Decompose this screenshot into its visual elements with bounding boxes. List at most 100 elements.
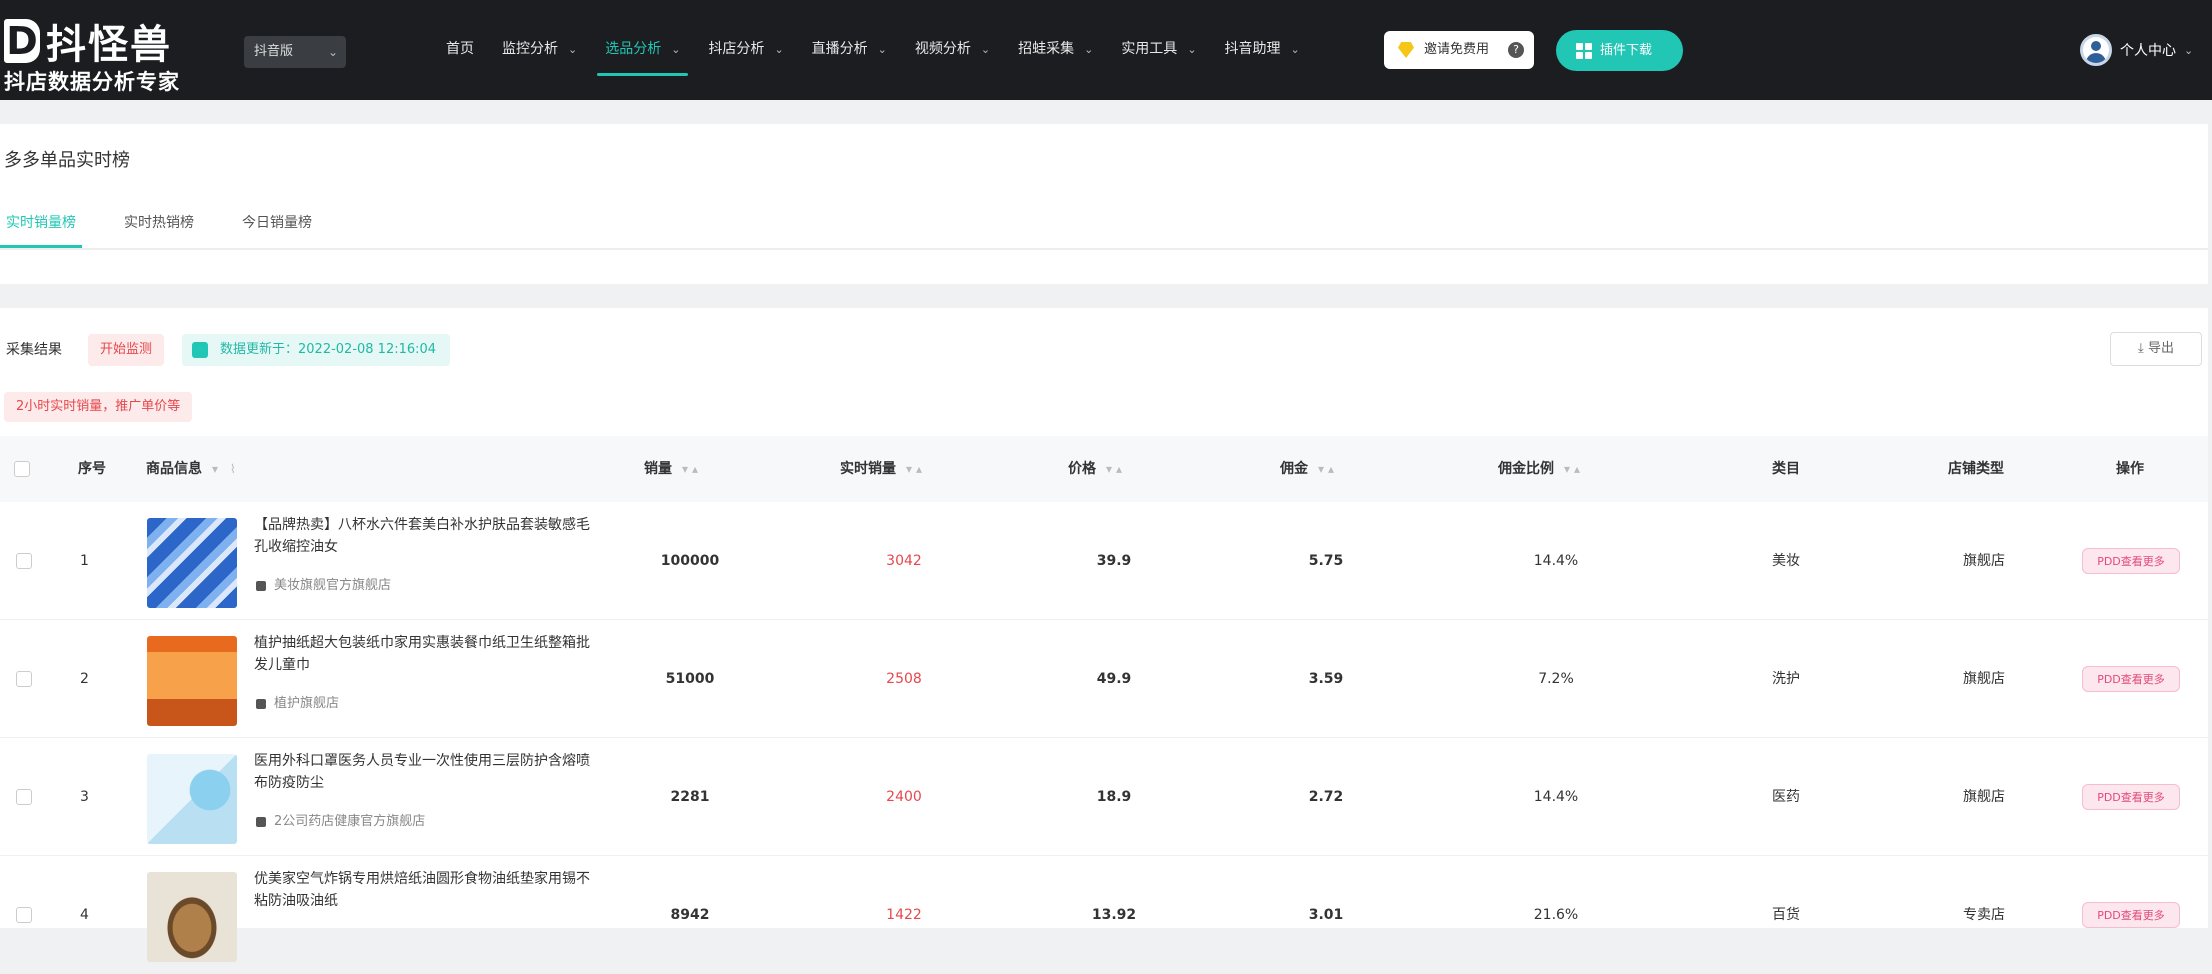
nav-item-video-analysis[interactable]: 视频分析 ⌄ — [901, 30, 1004, 76]
nav-item-product-analysis[interactable]: 选品分析 ⌄ — [591, 30, 694, 76]
row-realtime-sales: 3042 — [886, 553, 922, 569]
user-menu[interactable]: 个人中心 ⌄ — [2080, 34, 2193, 66]
row-category: 美妆 — [1772, 553, 1800, 569]
row-commission-rate: 21.6% — [1533, 907, 1579, 923]
apps-grid-icon — [1576, 43, 1592, 59]
select-all-checkbox[interactable] — [14, 461, 30, 477]
chevron-down-icon: ⌄ — [671, 43, 681, 56]
chevron-down-icon: ⌄ — [1290, 43, 1300, 56]
col-price[interactable]: 价格 ▾▴ — [1068, 436, 1126, 502]
monitor-tag[interactable]: 开始监测 — [88, 334, 165, 366]
product-shop[interactable]: 2公司药店健康官方旗舰店 — [256, 810, 425, 829]
row-index: 3 — [80, 789, 89, 805]
row-sales: 100000 — [660, 553, 720, 569]
col-commission[interactable]: 佣金 ▾▴ — [1280, 436, 1338, 502]
pdd-view-button[interactable]: PDD查看更多 — [2082, 666, 2180, 692]
col-realtime-sales[interactable]: 实时销量 ▾▴ — [840, 436, 926, 502]
product-shop-name: 植护旗舰店 — [274, 696, 340, 711]
nav-item-label: 视频分析 — [914, 41, 971, 57]
plugin-download-button[interactable]: 插件下载 — [1556, 30, 1683, 71]
nav-item-monitor[interactable]: 监控分析 ⌄ — [488, 30, 591, 76]
sort-icon[interactable]: ▾▴ — [1318, 462, 1338, 476]
row-checkbox[interactable] — [16, 907, 32, 923]
main-nav: 首页 监控分析 ⌄ 选品分析 ⌄ 抖店分析 ⌄ 直播分析 ⌄ 视频分析 ⌄ 招蛙采集 ⌄ 实… — [432, 30, 1314, 76]
product-image[interactable] — [147, 518, 237, 608]
shop-icon — [256, 698, 266, 709]
tab-realtime-hot[interactable]: 实时热销榜 — [118, 204, 200, 248]
logo-tagline: 抖店数据分析专家 — [4, 70, 180, 94]
nav-item-store-analysis[interactable]: 抖店分析 ⌄ — [694, 30, 797, 76]
col-realtime-sales-label: 实时销量 — [840, 461, 896, 477]
row-checkbox[interactable] — [16, 671, 32, 687]
col-commission-label: 佣金 — [1280, 461, 1308, 477]
ranking-tabs: 实时销量榜 实时热销榜 今日销量榜 — [0, 204, 354, 248]
col-sales[interactable]: 销量 ▾▴ — [644, 436, 702, 502]
update-time-text: 数据更新于：2022-02-08 12:16:04 — [220, 342, 437, 357]
row-commission-rate: 14.4% — [1533, 789, 1579, 805]
product-image[interactable] — [147, 636, 237, 726]
product-title[interactable]: 医用外科口罩医务人员专业一次性使用三层防护含熔喷布防疫防尘 — [254, 750, 594, 794]
export-button[interactable]: ⤓ 导出 — [2110, 332, 2202, 366]
invite-button[interactable]: 邀请免费用 ? — [1384, 31, 1534, 69]
pdd-view-button[interactable]: PDD查看更多 — [2082, 902, 2180, 928]
tab-realtime-sales[interactable]: 实时销量榜 — [0, 204, 82, 248]
row-price: 18.9 — [1096, 789, 1132, 805]
chevron-down-icon: ⌄ — [568, 43, 578, 56]
product-title[interactable]: 【品牌热卖】八杯水六件套美白补水护肤品套装敏感毛孔收缩控油女 — [254, 514, 594, 558]
row-price: 39.9 — [1096, 553, 1132, 569]
results-label: 采集结果 — [6, 342, 62, 358]
nav-item-label: 抖音助理 — [1224, 41, 1281, 57]
nav-item-label: 实用工具 — [1121, 41, 1178, 57]
product-image[interactable] — [147, 754, 237, 844]
sort-icon[interactable]: ▾▴ — [1564, 462, 1584, 476]
logo-name: 抖怪兽 — [46, 22, 172, 68]
chevron-down-icon: ⌄ — [980, 43, 991, 56]
sort-icon[interactable]: ▾▴ — [682, 462, 702, 476]
nav-item-home[interactable]: 首页 — [432, 30, 488, 76]
product-shop[interactable]: 植护旗舰店 — [256, 692, 339, 711]
row-sales: 2281 — [670, 789, 710, 805]
row-checkbox[interactable] — [16, 553, 32, 569]
row-category: 百货 — [1772, 907, 1800, 923]
nav-item-assistant[interactable]: 抖音助理 ⌄ — [1211, 30, 1314, 76]
row-index: 2 — [80, 671, 89, 687]
sort-icon[interactable]: ▾▴ — [1106, 462, 1126, 476]
col-commission-rate-label: 佣金比例 — [1498, 461, 1554, 477]
col-commission-rate[interactable]: 佣金比例 ▾▴ — [1498, 436, 1584, 502]
row-commission-rate: 7.2% — [1538, 671, 1574, 687]
platform-select[interactable]: 抖音版 ⌄ — [244, 36, 346, 68]
filter-icon[interactable]: ▾ ⌇ — [212, 462, 240, 476]
chevron-down-icon: ⌄ — [877, 43, 887, 56]
tab-today-sales[interactable]: 今日销量榜 — [236, 204, 318, 248]
update-time-tag: 数据更新于：2022-02-08 12:16:04 — [182, 334, 451, 366]
row-commission: 2.72 — [1308, 789, 1344, 805]
product-image[interactable] — [147, 872, 237, 962]
row-index: 4 — [80, 907, 89, 923]
logo-mark: D 抖怪兽 — [4, 12, 172, 70]
nav-item-live-analysis[interactable]: 直播分析 ⌄ — [798, 30, 901, 76]
col-category: 类目 — [1772, 461, 1800, 477]
col-product-label: 商品信息 — [146, 461, 202, 477]
nav-item-tools[interactable]: 实用工具 ⌄ — [1107, 30, 1210, 76]
row-commission: 3.59 — [1308, 671, 1344, 687]
logo[interactable]: D 抖怪兽 抖店数据分析专家 — [4, 8, 184, 96]
top-nav-bar: D 抖怪兽 抖店数据分析专家 抖音版 ⌄ 首页 监控分析 ⌄ 选品分析 ⌄ 抖店分析… — [0, 0, 2212, 100]
row-checkbox[interactable] — [16, 789, 32, 805]
help-icon[interactable]: ? — [1508, 42, 1524, 58]
nav-item-collection[interactable]: 招蛙采集 ⌄ — [1004, 30, 1107, 76]
logo-d-icon: D — [4, 19, 40, 63]
row-commission-rate: 14.4% — [1533, 553, 1579, 569]
product-shop[interactable]: 美妆旗舰官方旗舰店 — [256, 574, 391, 593]
title-card: 多多单品实时榜 实时销量榜 实时热销榜 今日销量榜 — [0, 124, 2208, 284]
nav-item-label: 首页 — [446, 41, 474, 57]
product-shop-name: 2公司药店健康官方旗舰店 — [274, 814, 426, 829]
nav-item-label: 直播分析 — [811, 41, 868, 57]
table-header: 序号 商品信息 ▾ ⌇ 销量 ▾▴ 实时销量 ▾▴ 价格 ▾▴ 佣金 ▾▴ 佣金比例 ▾▴ … — [0, 436, 2208, 502]
row-index: 1 — [80, 553, 89, 569]
product-title[interactable]: 植护抽纸超大包装纸巾家用实惠装餐巾纸卫生纸整箱批发儿童巾 — [254, 632, 594, 676]
pdd-view-button[interactable]: PDD查看更多 — [2082, 784, 2180, 810]
product-title[interactable]: 优美家空气炸锅专用烘焙纸油圆形食物油纸垫家用锡不粘防油吸油纸 — [254, 868, 594, 912]
page-title: 多多单品实时榜 — [4, 150, 130, 171]
pdd-view-button[interactable]: PDD查看更多 — [2082, 548, 2180, 574]
sort-icon[interactable]: ▾▴ — [906, 462, 926, 476]
